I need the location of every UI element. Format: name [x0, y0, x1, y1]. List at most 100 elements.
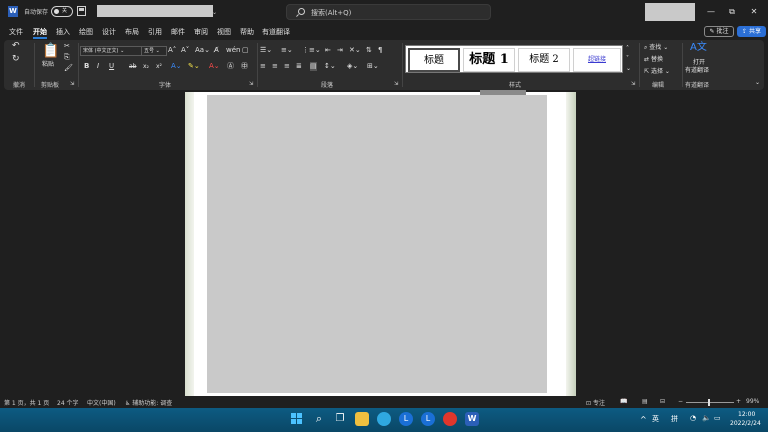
show-marks-icon[interactable]: ¶ — [378, 46, 382, 55]
bullets-icon[interactable]: ☰⌄ — [260, 46, 272, 55]
dialog-launcher-icon[interactable]: ⇲ — [70, 80, 74, 89]
zoom-in-button[interactable]: + — [736, 398, 741, 405]
ime-language[interactable]: 英 — [652, 414, 659, 424]
tab-review[interactable]: 审阅 — [194, 27, 208, 37]
autosave-toggle[interactable]: 关 — [51, 6, 73, 17]
wifi-icon[interactable]: ◔ — [690, 414, 696, 422]
text-effects-icon[interactable]: A⌄ — [171, 62, 182, 71]
borders-icon[interactable]: ⊞⌄ — [367, 62, 379, 71]
search-box[interactable]: 搜索(Alt+Q) — [286, 4, 491, 20]
font-color-icon[interactable]: A⌄ — [209, 62, 220, 71]
decrease-indent-icon[interactable]: ⇤ — [325, 46, 331, 55]
subscript-button[interactable]: x₂ — [143, 62, 149, 71]
netease-music-icon[interactable] — [443, 412, 457, 426]
cut-icon[interactable]: ✂ — [64, 42, 70, 51]
dialog-launcher-icon[interactable]: ⇲ — [394, 80, 398, 89]
dialog-launcher-icon[interactable]: ⇲ — [631, 80, 635, 89]
tab-mailings[interactable]: 邮件 — [171, 27, 185, 37]
embedded-image[interactable] — [207, 95, 547, 393]
shading-icon[interactable]: ◈⌄ — [347, 62, 358, 71]
windows-start-icon[interactable] — [290, 412, 304, 426]
chinese-layout-icon[interactable]: ✕⌄ — [349, 46, 361, 55]
distributed-icon[interactable]: ▤ — [310, 62, 317, 71]
style-heading-2[interactable]: 标题 2 — [518, 48, 570, 72]
grow-font-icon[interactable]: A˄ — [168, 46, 176, 55]
chevron-down-icon[interactable]: ⌄ — [212, 9, 217, 16]
save-icon[interactable] — [77, 6, 86, 16]
copy-icon[interactable]: ⎘ — [64, 53, 70, 62]
style-heading[interactable]: 标题 — [408, 48, 460, 72]
translate-name-label[interactable]: 有道翻译 — [685, 66, 709, 75]
tab-youdao-translate[interactable]: 有道翻译 — [262, 27, 290, 37]
sort-icon[interactable]: ⇅ — [366, 46, 372, 55]
tab-file[interactable]: 文件 — [9, 27, 23, 37]
web-layout-icon[interactable]: ⊟ — [660, 398, 665, 405]
page-count[interactable]: 第 1 页，共 1 页 — [4, 398, 49, 407]
word-count[interactable]: 24 个字 — [57, 398, 79, 407]
shrink-font-icon[interactable]: A˅ — [181, 46, 189, 55]
style-hyperlink[interactable]: 超链接 — [573, 48, 621, 72]
battery-icon[interactable]: ▭ — [714, 414, 721, 422]
superscript-button[interactable]: x² — [156, 62, 162, 71]
align-center-icon[interactable]: ≡ — [272, 62, 278, 71]
align-right-icon[interactable]: ≡ — [284, 62, 290, 71]
redo-icon[interactable]: ↻ — [12, 55, 20, 64]
paste-label[interactable]: 粘贴 — [42, 60, 54, 69]
tab-draw[interactable]: 绘图 — [79, 27, 93, 37]
tab-design[interactable]: 设计 — [102, 27, 116, 37]
styles-scroll-up-icon[interactable]: ˄ — [626, 44, 629, 53]
tab-help[interactable]: 帮助 — [240, 27, 254, 37]
tab-home[interactable]: 开始 — [33, 27, 47, 37]
tab-insert[interactable]: 插入 — [56, 27, 70, 37]
char-shading-icon[interactable]: Ⓐ — [227, 62, 234, 71]
comment-button[interactable]: ✎ 批注 — [704, 26, 734, 37]
underline-button[interactable]: U — [109, 62, 114, 71]
italic-button[interactable]: I — [97, 62, 99, 71]
search-icon[interactable]: ⌕ — [312, 412, 326, 426]
styles-scroll-down-icon[interactable]: ˅ — [626, 54, 629, 63]
accessibility-status[interactable]: ♿ 辅助功能: 调查 — [125, 398, 172, 407]
char-border-icon[interactable]: ▢ — [242, 46, 249, 55]
strikethrough-button[interactable]: ab — [129, 62, 137, 71]
read-mode-icon[interactable]: 📖 — [620, 398, 627, 405]
justify-icon[interactable]: ≣ — [296, 62, 302, 71]
format-painter-icon[interactable]: 🖌 — [64, 64, 73, 73]
clear-format-icon[interactable]: A̸ — [214, 46, 219, 55]
ime-mode[interactable]: 拼 — [671, 414, 678, 424]
tab-view[interactable]: 视图 — [217, 27, 231, 37]
volume-icon[interactable]: 🔈 — [702, 414, 711, 422]
print-layout-icon[interactable]: ▤ — [642, 398, 648, 405]
app-l2-icon[interactable]: L — [421, 412, 435, 426]
replace-button[interactable]: ⇄ 替换 — [644, 55, 663, 64]
clock-date[interactable]: 2022/2/24 — [730, 420, 761, 427]
share-button[interactable]: ⇪ 共享 — [737, 26, 766, 37]
translate-icon[interactable]: A文 — [690, 43, 707, 53]
font-size-select[interactable]: 五号 ⌄ — [141, 46, 167, 56]
account-redacted[interactable] — [645, 3, 695, 21]
task-view-icon[interactable]: ❐ — [333, 412, 347, 426]
language-status[interactable]: 中文(中国) — [87, 398, 116, 407]
paste-icon[interactable]: 📋 — [42, 43, 59, 59]
restore-button[interactable]: ⧉ — [725, 5, 739, 19]
edge-browser-icon[interactable] — [377, 412, 391, 426]
tab-layout[interactable]: 布局 — [125, 27, 139, 37]
app-l-icon[interactable]: L — [399, 412, 413, 426]
change-case-icon[interactable]: Aa⌄ — [195, 46, 210, 55]
style-heading-1[interactable]: 标题 1 — [463, 48, 515, 72]
zoom-slider[interactable] — [686, 402, 734, 403]
phonetic-guide-icon[interactable]: wén — [226, 46, 240, 55]
align-left-icon[interactable]: ≡ — [260, 62, 266, 71]
select-button[interactable]: ⇱ 选择 ⌄ — [644, 67, 670, 76]
document-title-redacted[interactable] — [97, 5, 213, 17]
zoom-slider-thumb[interactable] — [708, 399, 710, 406]
line-spacing-icon[interactable]: ↕⌄ — [324, 62, 336, 71]
dialog-launcher-icon[interactable]: ⇲ — [249, 80, 253, 89]
minimize-button[interactable]: — — [704, 5, 718, 19]
multilevel-list-icon[interactable]: ⋮≡⌄ — [302, 46, 321, 55]
zoom-out-button[interactable]: − — [678, 398, 683, 405]
undo-icon[interactable]: ↶ — [12, 42, 20, 51]
focus-mode-button[interactable]: ⊡ 专注 — [586, 398, 605, 407]
find-button[interactable]: ⌕ 查找 ⌄ — [644, 43, 668, 52]
styles-more-icon[interactable]: ⌄ — [626, 64, 631, 73]
bold-button[interactable]: B — [84, 62, 89, 71]
